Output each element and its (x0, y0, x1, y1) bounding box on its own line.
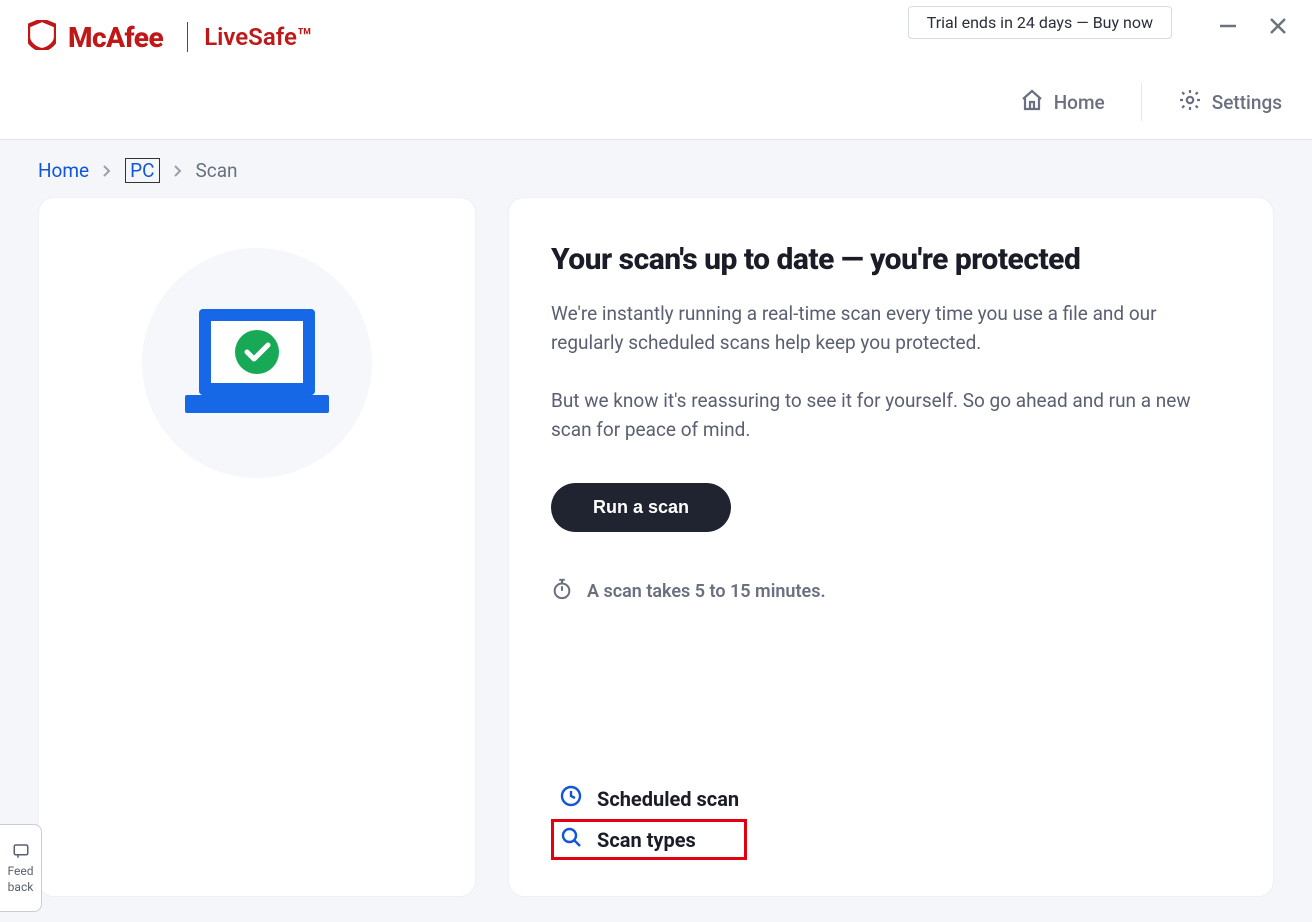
brand-product: LiveSafe™ (204, 23, 312, 51)
description-para-1: We're instantly running a real-time scan… (551, 299, 1211, 358)
brand-separator (187, 22, 188, 52)
brand-name: McAfee (68, 21, 163, 54)
feedback-tab[interactable]: Feed back (0, 824, 42, 912)
run-scan-button[interactable]: Run a scan (551, 483, 731, 532)
feedback-icon (12, 842, 30, 863)
breadcrumb-current: Scan (196, 159, 238, 182)
nav-settings-label: Settings (1212, 91, 1282, 114)
nav-settings[interactable]: Settings (1178, 88, 1282, 117)
breadcrumb: Home PC Scan (0, 140, 1312, 197)
nav-home-label: Home (1054, 91, 1105, 114)
close-button[interactable] (1266, 14, 1290, 38)
illustration-circle (142, 248, 372, 478)
scheduled-scan-label: Scheduled scan (597, 787, 739, 811)
minimize-button[interactable] (1216, 14, 1240, 38)
nav-home[interactable]: Home (1020, 88, 1105, 117)
scan-types-link[interactable]: Scan types (551, 819, 747, 860)
chevron-right-icon (172, 159, 184, 182)
feedback-label-2: back (8, 881, 34, 894)
chevron-right-icon (101, 159, 113, 182)
scan-main-card: Your scan's up to date — you're protecte… (508, 197, 1274, 897)
content-area: Your scan's up to date — you're protecte… (0, 197, 1312, 897)
titlebar: McAfee LiveSafe™ Trial ends in 24 days —… (0, 0, 1312, 140)
breadcrumb-pc[interactable]: PC (125, 158, 159, 183)
search-icon (559, 825, 583, 854)
scan-duration-text: A scan takes 5 to 15 minutes. (587, 581, 826, 602)
scan-links: Scheduled scan Scan types (551, 778, 747, 860)
scan-duration-note: A scan takes 5 to 15 minutes. (551, 578, 1231, 605)
scheduled-scan-link[interactable]: Scheduled scan (551, 778, 747, 819)
description-para-2: But we know it's reassuring to see it fo… (551, 386, 1211, 445)
breadcrumb-home[interactable]: Home (38, 159, 89, 182)
laptop-protected-icon (177, 301, 337, 425)
nav-divider (1141, 83, 1142, 121)
stopwatch-icon (551, 578, 573, 605)
gear-icon (1178, 88, 1202, 117)
window-controls (1216, 14, 1290, 38)
home-icon (1020, 88, 1044, 117)
clock-icon (559, 784, 583, 813)
header-nav: Home Settings (1020, 83, 1282, 121)
feedback-label-1: Feed (7, 865, 33, 878)
page-title: Your scan's up to date — you're protecte… (551, 242, 1231, 277)
trial-notice-button[interactable]: Trial ends in 24 days — Buy now (908, 6, 1172, 39)
status-illustration-card (38, 197, 476, 897)
scan-types-label: Scan types (597, 828, 696, 852)
brand-area: McAfee LiveSafe™ (28, 20, 312, 54)
mcafee-shield-icon (28, 20, 56, 54)
